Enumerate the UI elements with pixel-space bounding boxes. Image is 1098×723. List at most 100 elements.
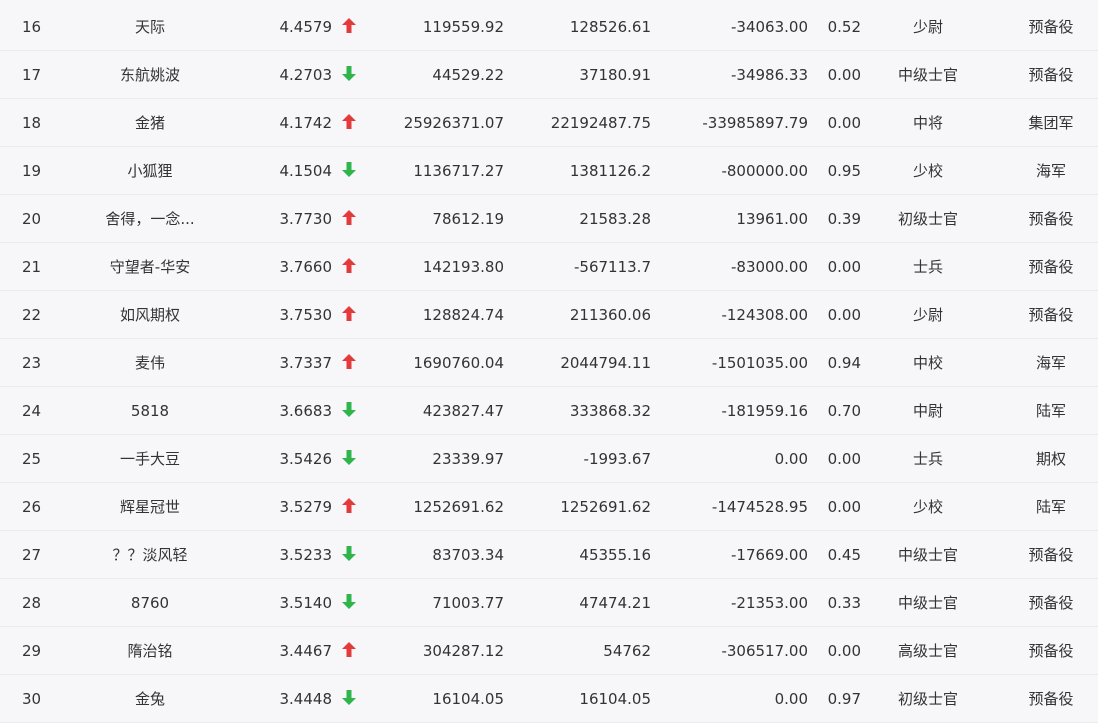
value-2-cell: 128526.61 <box>569 18 651 36</box>
branch-cell: 预备役 <box>1028 642 1074 660</box>
value-2-cell: 1252691.62 <box>560 498 651 516</box>
user-name[interactable]: 金兔 <box>80 675 220 723</box>
user-name[interactable]: 隋治铭 <box>80 627 220 675</box>
user-name[interactable]: 辉星冠世 <box>80 483 220 531</box>
military-rank-cell: 中将 <box>912 114 943 132</box>
arrow-down-icon <box>340 147 358 195</box>
table-row[interactable]: 17 东航姚波 4.2703 44529.22 37180.91 -34986.33 0.0… <box>0 51 1098 99</box>
score-cell: 4.2703 <box>279 66 333 84</box>
user-name[interactable]: 如风期权 <box>80 291 220 339</box>
branch-cell: 预备役 <box>1028 210 1074 228</box>
military-rank-cell: 初级士官 <box>897 690 958 708</box>
value-3-cell: -800000.00 <box>721 162 808 180</box>
table-row[interactable]: 19 小狐狸 4.1504 1136717.27 1381126.2 -800000.00… <box>0 147 1098 195</box>
branch-cell: 期权 <box>1035 450 1066 468</box>
arrow-up-icon <box>340 99 358 147</box>
table-row[interactable]: 29 隋治铭 3.4467 304287.12 54762 -306517.00 0.00 高… <box>0 627 1098 675</box>
user-name[interactable]: 8760 <box>80 579 220 627</box>
value-3-cell: -83000.00 <box>731 258 808 276</box>
arrow-down-icon <box>340 675 358 723</box>
arrow-up-icon <box>340 627 358 675</box>
user-name[interactable]: 舍得，一念... <box>80 195 220 243</box>
table-row[interactable]: 18 金猪 4.1742 25926371.07 22192487.75 -3398589… <box>0 99 1098 147</box>
ratio-cell: 0.00 <box>827 66 861 84</box>
value-1-cell: 128824.74 <box>422 306 504 324</box>
user-name[interactable]: 金猪 <box>80 99 220 147</box>
branch-cell: 预备役 <box>1028 306 1074 324</box>
branch-cell: 预备役 <box>1028 258 1074 276</box>
arrow-up-icon <box>340 195 358 243</box>
value-1-cell: 83703.34 <box>432 546 504 564</box>
value-2-cell: -1993.67 <box>583 450 651 468</box>
table-row[interactable]: 16 天际 4.4579 119559.92 128526.61 -34063.00 0.5… <box>0 3 1098 51</box>
score-cell: 3.4467 <box>279 642 333 660</box>
military-rank-cell: 中级士官 <box>897 594 958 612</box>
value-2-cell: -567113.7 <box>574 258 651 276</box>
rank-cell: 19 <box>22 162 42 180</box>
arrow-down-icon <box>340 435 358 483</box>
value-3-cell: 0.00 <box>774 450 808 468</box>
user-name[interactable]: ？？淡风轻 <box>80 531 220 579</box>
rank-cell: 27 <box>22 546 42 564</box>
user-name[interactable]: 天际 <box>80 3 220 51</box>
rank-cell: 18 <box>22 114 42 132</box>
table-row[interactable]: 30 金兔 3.4448 16104.05 16104.05 0.00 0.97 初级士官 预备… <box>0 675 1098 723</box>
ratio-cell: 0.00 <box>827 114 861 132</box>
military-rank-cell: 少尉 <box>912 306 943 324</box>
value-3-cell: -1501035.00 <box>711 354 808 372</box>
score-cell: 3.5140 <box>279 594 333 612</box>
table-row[interactable]: 22 如风期权 3.7530 128824.74 211360.06 -124308.00… <box>0 291 1098 339</box>
value-2-cell: 45355.16 <box>579 546 651 564</box>
rank-cell: 26 <box>22 498 42 516</box>
value-2-cell: 37180.91 <box>579 66 651 84</box>
value-1-cell: 23339.97 <box>432 450 504 468</box>
branch-cell: 预备役 <box>1028 594 1074 612</box>
table-row[interactable]: 28 8760 3.5140 71003.77 47474.21 -21353.00 0.3… <box>0 579 1098 627</box>
arrow-up-icon <box>340 339 358 387</box>
rank-cell: 22 <box>22 306 42 324</box>
score-cell: 3.5233 <box>279 546 333 564</box>
user-name[interactable]: 麦伟 <box>80 339 220 387</box>
branch-cell: 预备役 <box>1028 18 1074 36</box>
military-rank-cell: 中级士官 <box>897 66 958 84</box>
score-cell: 3.6683 <box>279 402 333 420</box>
score-cell: 3.7337 <box>279 354 333 372</box>
ratio-cell: 0.00 <box>827 498 861 516</box>
table-row[interactable]: 23 麦伟 3.7337 1690760.04 2044794.11 -1501035.0… <box>0 339 1098 387</box>
military-rank-cell: 士兵 <box>912 450 943 468</box>
table-row[interactable]: 26 辉星冠世 3.5279 1252691.62 1252691.62 -1474528… <box>0 483 1098 531</box>
value-1-cell: 304287.12 <box>422 642 504 660</box>
score-cell: 3.7530 <box>279 306 333 324</box>
branch-cell: 预备役 <box>1028 690 1074 708</box>
table-row[interactable]: 25 一手大豆 3.5426 23339.97 -1993.67 0.00 0.00 士兵 期权 <box>0 435 1098 483</box>
arrow-down-icon <box>340 579 358 627</box>
score-cell: 3.4448 <box>279 690 333 708</box>
value-1-cell: 16104.05 <box>432 690 504 708</box>
user-name[interactable]: 守望者-华安 <box>80 243 220 291</box>
rank-cell: 29 <box>22 642 42 660</box>
value-3-cell: -34986.33 <box>731 66 808 84</box>
table-row[interactable]: 27 ？？淡风轻 3.5233 83703.34 45355.16 -17669.00 0.… <box>0 531 1098 579</box>
value-1-cell: 78612.19 <box>432 210 504 228</box>
military-rank-cell: 初级士官 <box>897 210 958 228</box>
ratio-cell: 0.94 <box>827 354 861 372</box>
user-name[interactable]: 一手大豆 <box>80 435 220 483</box>
ratio-cell: 0.00 <box>827 450 861 468</box>
user-name[interactable]: 东航姚波 <box>80 51 220 99</box>
table-row[interactable]: 21 守望者-华安 3.7660 142193.80 -567113.7 -83000.0… <box>0 243 1098 291</box>
branch-cell: 预备役 <box>1028 66 1074 84</box>
ratio-cell: 0.00 <box>827 258 861 276</box>
score-cell: 3.7660 <box>279 258 333 276</box>
user-name[interactable]: 5818 <box>80 387 220 435</box>
rank-cell: 30 <box>22 690 42 708</box>
value-2-cell: 211360.06 <box>569 306 651 324</box>
user-name[interactable]: 小狐狸 <box>80 147 220 195</box>
value-2-cell: 333868.32 <box>569 402 651 420</box>
table-row[interactable]: 20 舍得，一念... 3.7730 78612.19 21583.28 13961.00… <box>0 195 1098 243</box>
value-1-cell: 71003.77 <box>432 594 504 612</box>
branch-cell: 预备役 <box>1028 546 1074 564</box>
arrow-up-icon <box>340 3 358 51</box>
ratio-cell: 0.95 <box>827 162 861 180</box>
table-row[interactable]: 24 5818 3.6683 423827.47 333868.32 -181959.16… <box>0 387 1098 435</box>
rank-cell: 16 <box>22 18 42 36</box>
